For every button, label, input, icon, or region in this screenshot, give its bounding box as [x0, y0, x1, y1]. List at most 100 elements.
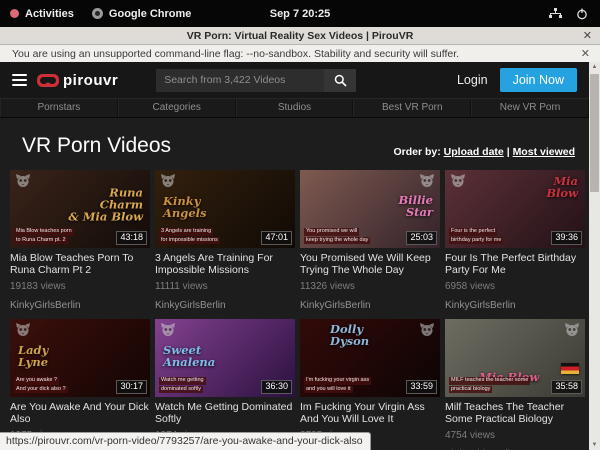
thumb-caption: I'm fucking your virgin ass and you will… — [304, 377, 371, 393]
video-card: Sweet Analena Watch me getting dominated… — [155, 319, 295, 450]
thumb-caption-line: for impossible missions — [159, 237, 220, 245]
thumb-caption-line: keep trying the whole day — [304, 237, 370, 245]
thumb-caption-line: Are you awake ? — [14, 377, 59, 385]
video-title-link[interactable]: Four Is The Perfect Birthday Party For M… — [445, 253, 585, 276]
scrollbar-thumb[interactable] — [590, 74, 599, 192]
thumb-overlay-title: Billie Star — [398, 194, 433, 218]
studio-watermark-icon — [450, 174, 466, 193]
web-page: pirouvr Login Join Now PornstarsCategori… — [0, 62, 589, 450]
video-thumbnail[interactable]: Kinky Angels 3 Angels are training for i… — [155, 170, 295, 248]
studio-watermark-icon — [160, 174, 176, 193]
video-grid: Runa Charm & Mia Blow Mia Blow teaches p… — [0, 166, 589, 450]
login-link[interactable]: Login — [457, 73, 488, 87]
thumb-caption: Watch me getting dominated softly — [159, 377, 206, 393]
duration-badge: 39:36 — [551, 231, 582, 245]
video-thumbnail[interactable]: Dolly Dyson I'm fucking your virgin ass … — [300, 319, 440, 397]
order-upload-date-link[interactable]: Upload date — [444, 146, 504, 158]
thumb-caption-line: You promised we will — [304, 228, 359, 236]
power-icon[interactable] — [576, 8, 588, 20]
order-most-viewed-link[interactable]: Most viewed — [513, 146, 575, 158]
thumb-overlay-title: Sweet Analena — [163, 344, 215, 368]
video-studio-link[interactable]: KinkyGirlsBerlin — [155, 300, 295, 311]
scroll-down-icon[interactable]: ▼ — [592, 440, 598, 450]
video-title-link[interactable]: You Promised We Will Keep Trying The Who… — [300, 253, 440, 276]
video-card: Dolly Dyson I'm fucking your virgin ass … — [300, 319, 440, 450]
duration-badge: 36:30 — [261, 380, 292, 394]
thumb-caption-line: 3 Angels are training — [159, 228, 213, 236]
video-views: 11111 views — [155, 281, 295, 292]
studio-watermark-icon — [419, 323, 435, 342]
thumb-caption-line: practical biology — [449, 386, 492, 394]
nav-item-best-vr-porn[interactable]: Best VR Porn — [353, 99, 471, 117]
duration-badge: 25:03 — [406, 231, 437, 245]
video-title-link[interactable]: 3 Angels Are Training For Impossible Mis… — [155, 253, 295, 276]
video-title-link[interactable]: Milf Teaches The Teacher Some Practical … — [445, 402, 585, 425]
search-button[interactable] — [324, 69, 356, 92]
activities-icon — [10, 9, 19, 18]
thumb-caption-line: Watch me getting — [159, 377, 206, 385]
thumb-caption-line: And your dick also ? — [14, 386, 68, 394]
duration-badge: 35:58 — [551, 380, 582, 394]
thumb-caption-line: Four is the perfect — [449, 228, 497, 236]
video-card: Runa Charm & Mia Blow Mia Blow teaches p… — [10, 170, 150, 311]
activities-button[interactable]: Activities — [10, 8, 74, 20]
thumb-caption: You promised we will keep trying the who… — [304, 228, 370, 244]
video-studio-link[interactable]: KinkyGirlsBerlin — [10, 300, 150, 311]
video-studio-link[interactable]: KinkyGirlsBerlin — [445, 300, 585, 311]
window-title: VR Porn: Virtual Reality Sex Videos | Pi… — [187, 30, 414, 42]
menu-icon[interactable] — [12, 74, 27, 86]
scroll-up-icon[interactable]: ▲ — [592, 62, 598, 72]
thumb-overlay-title: Kinky Angels — [163, 195, 206, 219]
search-input[interactable] — [156, 69, 324, 92]
video-thumbnail[interactable]: Lady Lyne Are you awake ? And your dick … — [10, 319, 150, 397]
video-thumbnail[interactable]: Runa Charm & Mia Blow Mia Blow teaches p… — [10, 170, 150, 248]
duration-badge: 47:01 — [261, 231, 292, 245]
nav-item-categories[interactable]: Categories — [118, 99, 236, 117]
video-thumbnail[interactable]: Mia Blow MILF teaches the teacher some p… — [445, 319, 585, 397]
scrollbar[interactable]: ▲ ▼ — [589, 62, 600, 450]
video-title-link[interactable]: Watch Me Getting Dominated Softly — [155, 402, 295, 425]
video-views: 11326 views — [300, 281, 440, 292]
infobar-close-icon[interactable]: ✕ — [581, 47, 600, 60]
screen: Activities Google Chrome Sep 7 20:25 VR … — [0, 0, 600, 450]
nav-item-studios[interactable]: Studios — [236, 99, 354, 117]
site-logo[interactable]: pirouvr — [37, 72, 118, 89]
video-thumbnail[interactable]: Sweet Analena Watch me getting dominated… — [155, 319, 295, 397]
join-now-button[interactable]: Join Now — [500, 68, 577, 92]
active-app-menu[interactable]: Google Chrome — [92, 8, 192, 20]
studio-watermark-icon — [419, 174, 435, 193]
duration-badge: 33:59 — [406, 380, 437, 394]
thumb-caption-line: birthday party for me — [449, 237, 503, 245]
active-app-label: Google Chrome — [109, 8, 192, 20]
video-title-link[interactable]: Mia Blow Teaches Porn To Runa Charm Pt 2 — [10, 253, 150, 276]
site-header: pirouvr Login Join Now — [0, 62, 589, 98]
video-title-link[interactable]: Im Fucking Your Virgin Ass And You Will … — [300, 402, 440, 425]
video-views: 4754 views — [445, 430, 585, 441]
studio-watermark-icon — [160, 323, 176, 342]
network-icon[interactable] — [549, 8, 562, 19]
video-studio-link[interactable]: KinkyGirlsBerlin — [300, 300, 440, 311]
video-thumbnail[interactable]: Mia Blow Four is the perfect birthday pa… — [445, 170, 585, 248]
thumb-caption: Four is the perfect birthday party for m… — [449, 228, 503, 244]
german-flag-icon — [561, 363, 579, 374]
thumb-caption-line: dominated softly — [159, 386, 203, 394]
clock[interactable]: Sep 7 20:25 — [270, 8, 331, 20]
thumb-caption: Mia Blow teaches porn to Runa Charm pt. … — [14, 228, 74, 244]
status-url-tooltip: https://pirouvr.com/vr-porn-video/779325… — [0, 432, 371, 450]
search-bar — [156, 69, 356, 92]
video-thumbnail[interactable]: Billie Star You promised we will keep tr… — [300, 170, 440, 248]
window-close-icon[interactable]: ✕ — [583, 29, 592, 42]
video-card: Mia Blow MILF teaches the teacher some p… — [445, 319, 585, 450]
activities-label: Activities — [25, 8, 74, 20]
thumb-overlay-title: Runa Charm & Mia Blow — [68, 187, 143, 223]
video-views: 6958 views — [445, 281, 585, 292]
thumb-overlay-title: Dolly Dyson — [330, 323, 369, 347]
nav-item-pornstars[interactable]: Pornstars — [0, 99, 118, 117]
duration-badge: 30:17 — [116, 380, 147, 394]
video-title-link[interactable]: Are You Awake And Your Dick Also — [10, 402, 150, 425]
chrome-icon — [92, 8, 103, 19]
nav-item-new-vr-porn[interactable]: New VR Porn — [471, 99, 589, 117]
thumb-caption-line: to Runa Charm pt. 2 — [14, 237, 68, 245]
thumb-overlay-title: Lady Lyne — [18, 344, 48, 368]
desktop-top-bar: Activities Google Chrome Sep 7 20:25 — [0, 0, 600, 27]
